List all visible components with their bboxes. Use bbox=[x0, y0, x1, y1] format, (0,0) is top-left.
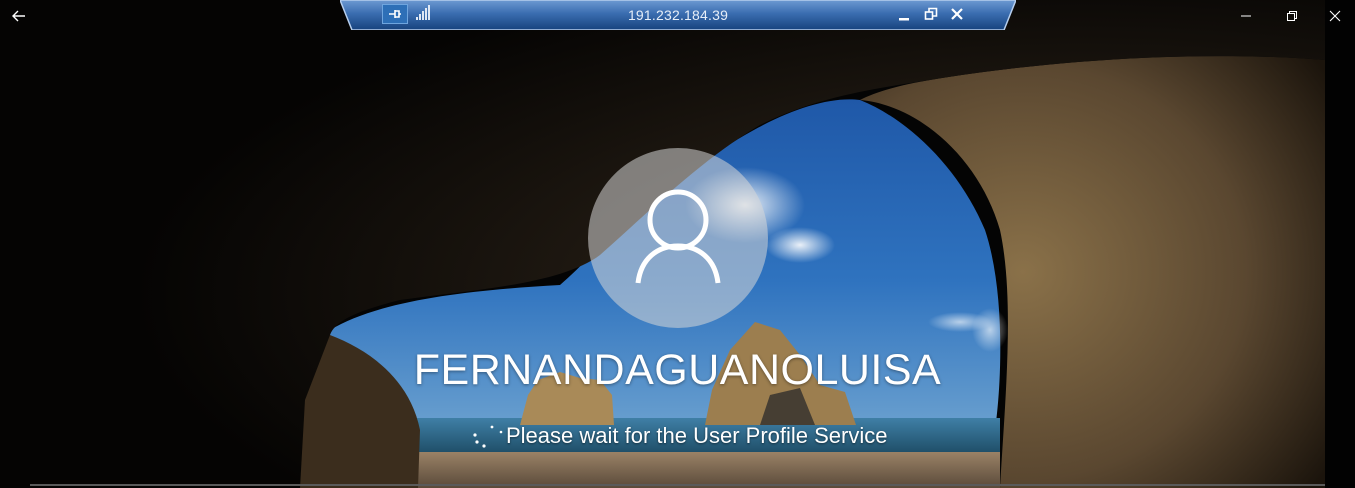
back-button[interactable] bbox=[0, 0, 38, 32]
connection-info-button[interactable] bbox=[414, 4, 432, 22]
back-arrow-icon bbox=[12, 10, 26, 22]
close-icon bbox=[950, 6, 964, 25]
window-minimize-button[interactable] bbox=[1223, 0, 1269, 32]
status-message: Please wait for the User Profile Service bbox=[470, 422, 888, 450]
minimize-icon bbox=[1240, 10, 1252, 22]
rdp-close-button[interactable] bbox=[948, 6, 966, 24]
pin-button[interactable] bbox=[382, 4, 408, 24]
loading-spinner-icon bbox=[470, 422, 506, 450]
rdp-host-address: 191.232.184.39 bbox=[627, 7, 729, 23]
connection-signal-icon bbox=[414, 5, 432, 26]
window-close-button[interactable] bbox=[1315, 0, 1355, 32]
rdp-restore-button[interactable] bbox=[922, 6, 940, 24]
user-avatar bbox=[588, 148, 768, 328]
user-icon bbox=[633, 186, 723, 290]
restore-icon bbox=[924, 6, 938, 25]
window-maximize-button[interactable] bbox=[1269, 0, 1315, 32]
username-label: FERNANDAGUANOLUISA bbox=[413, 346, 942, 394]
rdp-connection-bar: 191.232.184.39 bbox=[340, 0, 1016, 30]
status-text: Please wait for the User Profile Service bbox=[506, 423, 888, 448]
minimize-icon bbox=[898, 6, 910, 25]
close-icon bbox=[1329, 10, 1341, 22]
pin-icon bbox=[388, 5, 402, 24]
maximize-icon bbox=[1286, 10, 1298, 22]
bottom-divider bbox=[30, 484, 1325, 486]
rdp-minimize-button[interactable] bbox=[895, 6, 913, 24]
